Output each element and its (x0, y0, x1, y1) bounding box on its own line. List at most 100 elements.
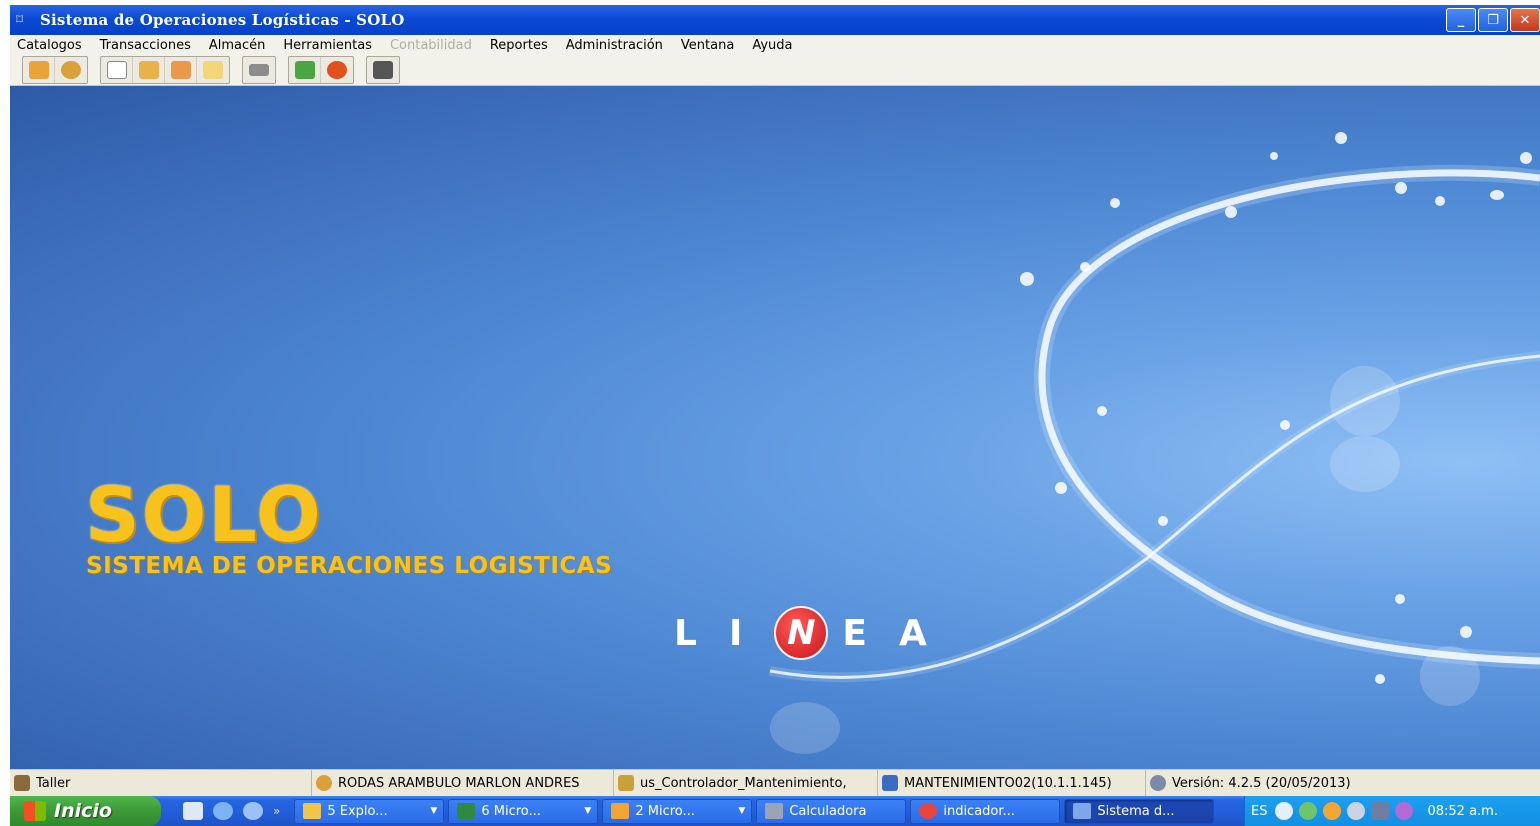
gear-icon (1150, 775, 1166, 791)
browser-icon[interactable] (243, 802, 263, 820)
excel-icon (457, 803, 476, 819)
task-label: 2 Micro... (635, 803, 695, 819)
new-document-button[interactable] (101, 57, 133, 83)
outlook-tray-icon[interactable] (1323, 802, 1342, 820)
swirl-decoration (769, 164, 1540, 683)
status-version-label: Versión: 4.2.5 (20/05/2013) (1172, 775, 1351, 791)
start-label: Inicio (54, 800, 112, 822)
start-button[interactable]: Inicio (10, 796, 161, 826)
status-version: Versión: 4.2.5 (20/05/2013) (1146, 770, 1540, 796)
language-indicator[interactable]: ES (1251, 804, 1267, 819)
box-icon (28, 61, 49, 79)
logo-letter: L (674, 612, 697, 654)
menu-contabilidad: Contabilidad (389, 37, 472, 53)
toolbar-group (288, 56, 354, 84)
menu-ventana[interactable]: Ventana (681, 38, 734, 53)
folder-icon (303, 803, 322, 819)
window-controls: _ ❐ ✕ (1446, 8, 1540, 32)
show-desktop-icon[interactable] (183, 802, 203, 820)
menu-herramientas[interactable]: Herramientas (283, 38, 372, 53)
sparkle (1375, 674, 1385, 684)
messenger-icon[interactable] (1395, 802, 1414, 820)
sparkle (1225, 206, 1237, 218)
window-title: Sistema de Operaciones Logísticas - SOLO (40, 11, 405, 29)
sparkle (1110, 198, 1120, 208)
menu-transacciones[interactable]: Transacciones (100, 38, 191, 53)
status-module-label: Taller (36, 775, 71, 791)
menu-almacen[interactable]: Almacén (209, 38, 266, 53)
company-logo: L I N E A (674, 606, 927, 660)
window-titlebar[interactable]: ⌑ Sistema de Operaciones Logísticas - SO… (10, 5, 1540, 35)
truck-button[interactable] (243, 57, 275, 83)
sparkle (1460, 626, 1472, 638)
quick-launch-more[interactable]: » (273, 804, 280, 818)
chevron-down-icon: ▼ (584, 806, 592, 816)
edit-document-button[interactable] (197, 57, 229, 83)
sparkle (1270, 152, 1278, 160)
restore-button[interactable]: ❐ (1478, 8, 1508, 32)
menu-reportes[interactable]: Reportes (490, 38, 548, 53)
user-icon (61, 61, 81, 79)
exit-icon (373, 61, 393, 79)
toolbar-group (100, 56, 230, 84)
box-search-button[interactable] (165, 57, 197, 83)
edit-document-icon (203, 61, 223, 79)
status-user: RODAS ARAMBULO MARLON ANDRES (312, 770, 614, 796)
new-document-icon (106, 61, 127, 79)
box-search-icon (170, 61, 191, 79)
task-excel[interactable]: 6 Micro... ▼ (448, 798, 599, 824)
sparkle (1055, 482, 1067, 494)
status-user-label: RODAS ARAMBULO MARLON ANDRES (338, 775, 580, 791)
sparkle (1020, 272, 1034, 286)
toolbar-group (366, 56, 400, 84)
calculator-icon (765, 803, 784, 819)
task-chrome[interactable]: indicador... (910, 798, 1061, 824)
key-icon (618, 775, 634, 791)
task-calculator[interactable]: Calculadora (756, 798, 907, 824)
task-sistema[interactable]: Sistema d... (1064, 798, 1215, 824)
windows-logo-icon (24, 801, 46, 821)
exit-button[interactable] (367, 57, 399, 83)
toolbar-group (242, 56, 276, 84)
minimize-button[interactable]: _ (1446, 8, 1476, 32)
sparkle (1080, 262, 1090, 272)
truck-icon (249, 64, 269, 76)
quick-launch: » (183, 802, 280, 820)
open-box-button[interactable] (133, 57, 165, 83)
sparkle (1335, 132, 1347, 144)
task-explorer[interactable]: 5 Explo... ▼ (294, 798, 445, 824)
status-controller: us_Controlador_Mantenimiento, (614, 770, 878, 796)
status-machine: MANTENIMIENTO02(10.1.1.145) (878, 770, 1146, 796)
task-outlook[interactable]: 2 Micro... ▼ (602, 798, 753, 824)
disk-icon[interactable] (1347, 802, 1366, 820)
bokeh (1330, 366, 1400, 436)
tray-expand-icon[interactable] (1275, 802, 1294, 820)
refresh-button[interactable] (321, 57, 353, 83)
sparkle (1395, 594, 1405, 604)
monitor-icon[interactable] (1371, 802, 1390, 820)
logo-letter: I (728, 612, 743, 654)
report-button[interactable] (289, 57, 321, 83)
menu-catalogos[interactable]: Catalogos (17, 38, 82, 53)
internet-explorer-icon[interactable] (213, 802, 233, 820)
app-icon (1073, 803, 1092, 819)
toolbar-group (22, 56, 88, 84)
logo-letter: A (898, 612, 927, 654)
logo-n-badge: N (774, 606, 829, 660)
user-button[interactable] (55, 57, 87, 83)
bokeh (1330, 436, 1400, 492)
status-bar: Taller RODAS ARAMBULO MARLON ANDRES us_C… (10, 769, 1540, 796)
network-icon[interactable] (1299, 802, 1318, 820)
system-tray: ES 08:52 a.m. (1244, 796, 1540, 826)
sparkle (1490, 190, 1504, 200)
close-button[interactable]: ✕ (1510, 8, 1540, 32)
clock: 08:52 a.m. (1427, 803, 1498, 819)
workshop-icon (14, 775, 30, 791)
status-module: Taller (10, 770, 312, 796)
menu-ayuda[interactable]: Ayuda (752, 38, 792, 53)
menu-administracion[interactable]: Administración (566, 38, 663, 53)
chevron-down-icon: ▼ (430, 806, 438, 816)
task-label: 5 Explo... (327, 803, 388, 819)
box-button[interactable] (23, 57, 55, 83)
sparkle (1158, 516, 1168, 526)
